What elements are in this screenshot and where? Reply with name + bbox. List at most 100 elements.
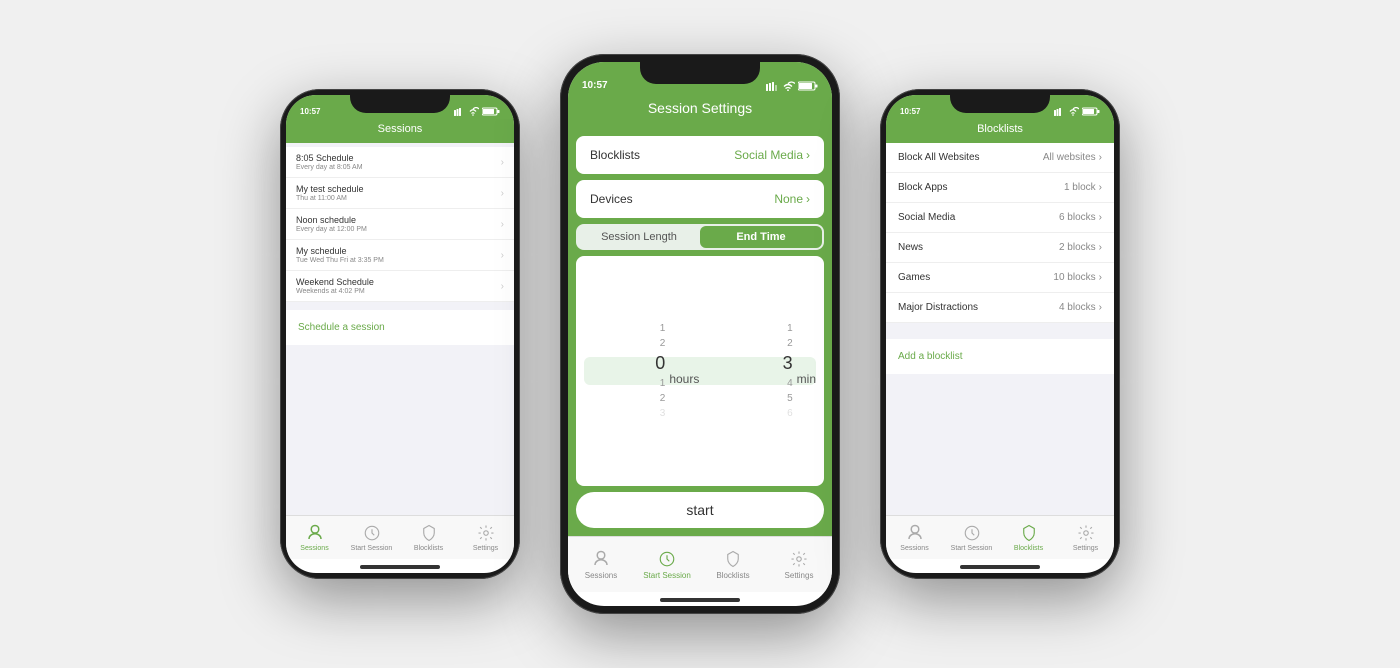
tab-label-settings: Settings <box>785 571 814 580</box>
settings-icon <box>476 523 496 543</box>
devices-label: Devices <box>590 192 633 206</box>
segment-session-length[interactable]: Session Length <box>578 226 700 248</box>
phones-container: 10:57 Sessions 8:05 Schedule Every day a… <box>0 0 1400 668</box>
block-list-item[interactable]: Social Media 6 blocks › <box>886 203 1114 233</box>
chevron-icon: › <box>806 148 810 162</box>
phone2-content: Blocklists Social Media › Devices None › <box>568 128 832 536</box>
tab-start-session[interactable]: Start Session <box>343 523 400 552</box>
notch <box>640 62 760 84</box>
segment-control: Session Length End Time <box>576 224 824 250</box>
chevron-icon: › <box>1099 242 1102 253</box>
blocklists-row[interactable]: Blocklists Social Media › <box>576 136 824 174</box>
home-indicator <box>360 565 440 569</box>
blocklists-label: Blocklists <box>590 148 640 162</box>
chevron-icon: › <box>1099 212 1102 223</box>
mins-col: 1 2 3 4 5 6 <box>711 323 796 419</box>
tab-label-sessions: Sessions <box>585 571 617 580</box>
list-item[interactable]: My test schedule Thu at 11:00 AM › <box>286 178 514 209</box>
sessions-list: 8:05 Schedule Every day at 8:05 AM › My … <box>286 147 514 302</box>
tab-start-session[interactable]: Start Session <box>943 523 1000 552</box>
notch <box>350 95 450 113</box>
hours-col: 1 2 0 1 2 3 <box>584 323 669 419</box>
list-item[interactable]: 8:05 Schedule Every day at 8:05 AM › <box>286 147 514 178</box>
status-icons <box>454 107 500 116</box>
start-button[interactable]: start <box>576 492 824 528</box>
phone2-title: Session Settings <box>648 100 752 116</box>
phone1-screen: 10:57 Sessions 8:05 Schedule Every day a… <box>286 95 514 573</box>
section-gap <box>286 302 514 310</box>
list-item[interactable]: Weekend Schedule Weekends at 4:02 PM › <box>286 271 514 302</box>
phone3-screen: 10:57 Blocklists Block All Websites All … <box>886 95 1114 573</box>
tab-settings[interactable]: Settings <box>766 549 832 580</box>
start-session-icon <box>657 549 677 569</box>
home-indicator <box>960 565 1040 569</box>
list-item[interactable]: My schedule Tue Wed Thu Fri at 3:35 PM › <box>286 240 514 271</box>
chevron-icon: › <box>501 281 504 292</box>
tab-label-blocklists: Blocklists <box>414 545 443 552</box>
tab-settings[interactable]: Settings <box>1057 523 1114 552</box>
sessions-icon <box>305 523 325 543</box>
chevron-icon: › <box>806 192 810 206</box>
tab-blocklists[interactable]: Blocklists <box>1000 523 1057 552</box>
sessions-icon <box>905 523 925 543</box>
tab-label-sessions: Sessions <box>900 545 928 552</box>
tab-label-blocklists: Blocklists <box>716 571 749 580</box>
tab-label-settings: Settings <box>1073 545 1098 552</box>
hours-label: hours <box>669 372 711 386</box>
tab-label-settings: Settings <box>473 545 498 552</box>
settings-icon <box>1076 523 1096 543</box>
list-item[interactable]: Noon schedule Every day at 12:00 PM › <box>286 209 514 240</box>
block-list-item[interactable]: News 2 blocks › <box>886 233 1114 263</box>
block-list-item[interactable]: Major Distractions 4 blocks › <box>886 293 1114 323</box>
block-list-item[interactable]: Games 10 blocks › <box>886 263 1114 293</box>
phone2-tabbar: Sessions Start Session Blocklists <box>568 536 832 592</box>
phone3-content: Block All Websites All websites › Block … <box>886 143 1114 515</box>
tab-blocklists[interactable]: Blocklists <box>700 549 766 580</box>
start-session-icon <box>362 523 382 543</box>
chevron-icon: › <box>501 219 504 230</box>
phone3-title: Blocklists <box>977 123 1023 135</box>
phone-blocklists: 10:57 Blocklists Block All Websites All … <box>880 89 1120 579</box>
tab-label-sessions: Sessions <box>300 545 328 552</box>
schedule-link[interactable]: Schedule a session <box>286 310 514 345</box>
block-list-item[interactable]: Block Apps 1 block › <box>886 173 1114 203</box>
blocklists-icon <box>1019 523 1039 543</box>
phone2-header: Session Settings <box>568 94 832 128</box>
sessions-icon <box>591 549 611 569</box>
tab-label-blocklists: Blocklists <box>1014 545 1043 552</box>
add-blocklist-link[interactable]: Add a blocklist <box>886 339 1114 374</box>
blocklists-value: Social Media › <box>734 148 810 162</box>
chevron-icon: › <box>1099 152 1102 163</box>
tab-start-session[interactable]: Start Session <box>634 549 700 580</box>
tab-sessions[interactable]: Sessions <box>886 523 943 552</box>
tab-sessions[interactable]: Sessions <box>286 523 343 552</box>
devices-value: None › <box>774 192 810 206</box>
phone1-content: 8:05 Schedule Every day at 8:05 AM › My … <box>286 143 514 515</box>
phone1-title: Sessions <box>378 123 423 135</box>
phone3-tabbar: Sessions Start Session Blocklists <box>886 515 1114 559</box>
phone1-header: Sessions <box>286 119 514 143</box>
tab-label-start: Start Session <box>951 545 993 552</box>
chevron-icon: › <box>501 250 504 261</box>
tab-label-start: Start Session <box>351 545 393 552</box>
chevron-icon: › <box>501 188 504 199</box>
session-settings: Blocklists Social Media › Devices None › <box>568 128 832 536</box>
status-icons <box>766 81 818 91</box>
segment-end-time[interactable]: End Time <box>700 226 822 248</box>
section-gap <box>886 323 1114 331</box>
status-time: 10:57 <box>582 80 608 91</box>
status-time: 10:57 <box>300 107 320 116</box>
mins-label: min <box>797 372 816 386</box>
phone-session-settings: 10:57 Session Settings Blocklists Social… <box>560 54 840 614</box>
tab-sessions[interactable]: Sessions <box>568 549 634 580</box>
status-time: 10:57 <box>900 107 920 116</box>
block-list-item[interactable]: Block All Websites All websites › <box>886 143 1114 173</box>
blocklists-icon <box>419 523 439 543</box>
settings-icon <box>789 549 809 569</box>
tab-blocklists[interactable]: Blocklists <box>400 523 457 552</box>
phone-sessions: 10:57 Sessions 8:05 Schedule Every day a… <box>280 89 520 579</box>
tab-settings[interactable]: Settings <box>457 523 514 552</box>
devices-row[interactable]: Devices None › <box>576 180 824 218</box>
phone3-header: Blocklists <box>886 119 1114 143</box>
phone1-tabbar: Sessions Start Session Blocklists <box>286 515 514 559</box>
